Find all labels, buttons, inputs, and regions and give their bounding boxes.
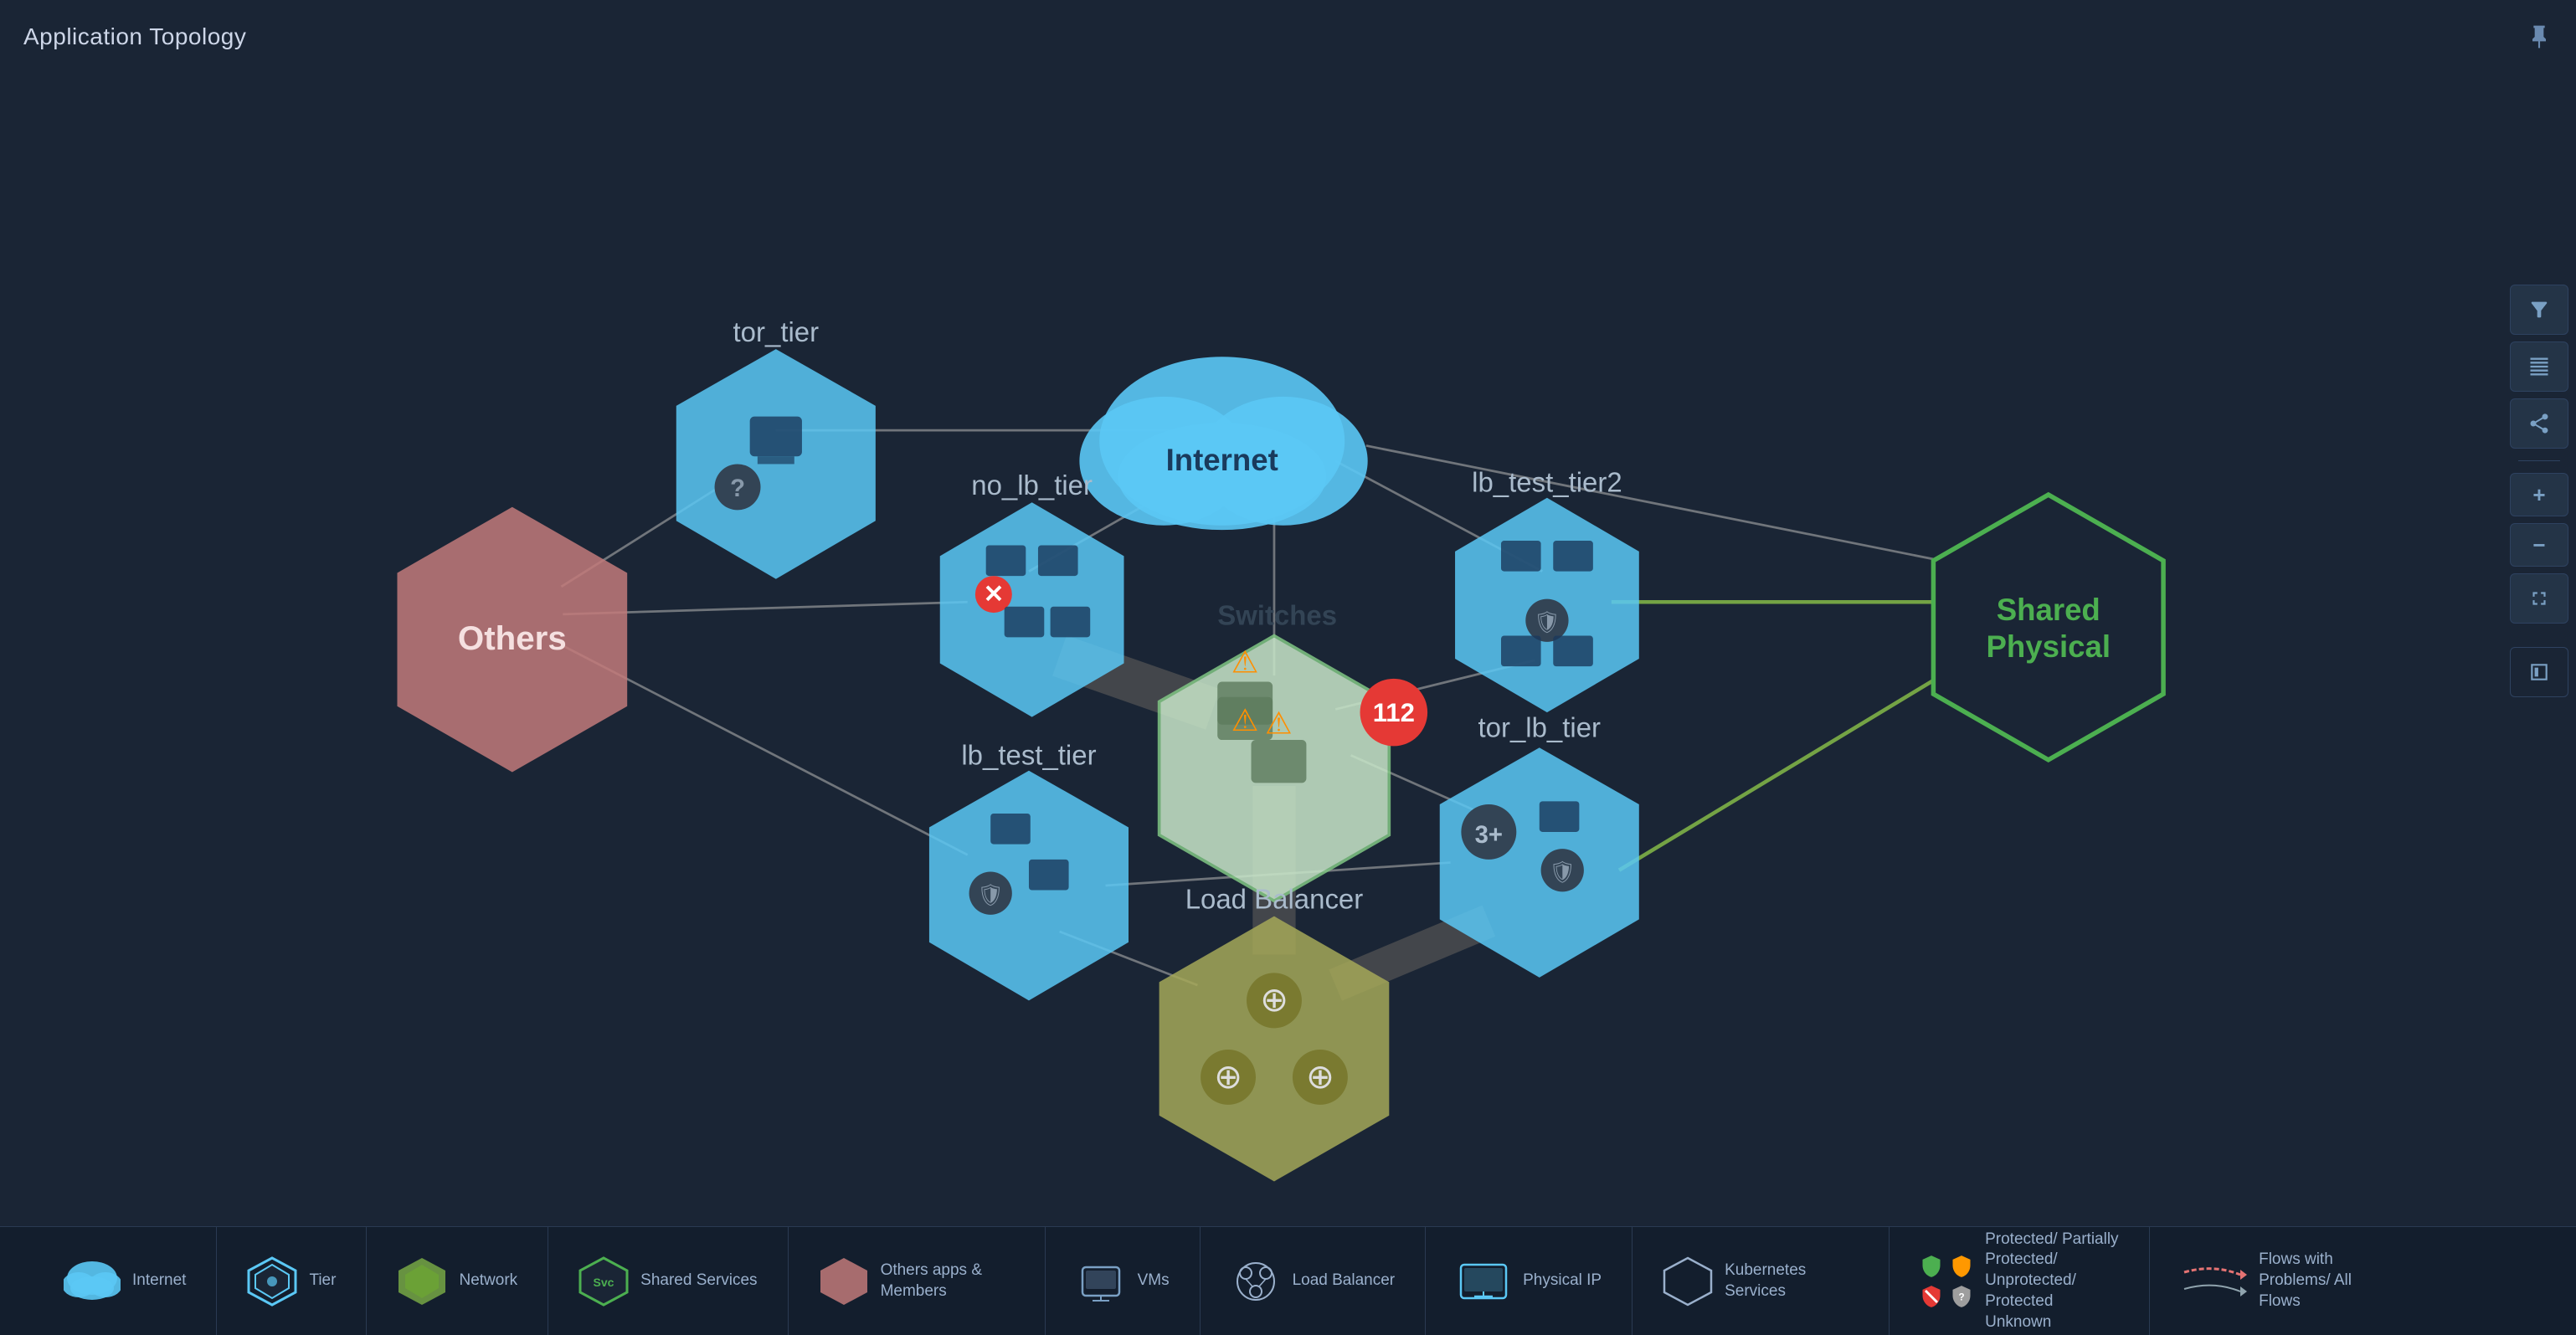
zoom-out-button[interactable]: − xyxy=(2510,523,2568,567)
vms-legend-icon xyxy=(1076,1261,1126,1302)
svg-text:Svc: Svc xyxy=(594,1276,614,1289)
legend-flows: Flows with Problems/ All Flows xyxy=(2150,1227,2423,1335)
legend-internet: Internet xyxy=(33,1227,217,1335)
physical-ip-legend-icon xyxy=(1456,1260,1511,1303)
svg-text:?: ? xyxy=(1959,1291,1965,1302)
pin-icon[interactable] xyxy=(2526,23,2553,56)
shared-services-legend-icon: Svc xyxy=(578,1256,629,1307)
layout-button[interactable] xyxy=(2510,341,2568,392)
svg-text:⊕: ⊕ xyxy=(1260,981,1288,1019)
lb-test-tier2-label: lb_test_tier2 xyxy=(1472,466,1622,497)
legend-internet-label: Internet xyxy=(132,1271,186,1291)
others-node[interactable]: Others xyxy=(397,507,627,773)
flows-legend-icon xyxy=(2180,1260,2247,1303)
kubernetes-legend-icon xyxy=(1663,1256,1713,1307)
legend-shared-services: Svc Shared Services xyxy=(548,1227,788,1335)
others-apps-legend-icon xyxy=(819,1256,869,1307)
tor-lb-tier-label: tor_lb_tier xyxy=(1478,711,1602,742)
legend-tier: Tier xyxy=(217,1227,367,1335)
legend-vms-label: VMs xyxy=(1138,1271,1170,1291)
badge-112: 112 xyxy=(1373,698,1415,727)
svg-text:Physical: Physical xyxy=(1986,629,2111,664)
legend-load-balancer: Load Balancer xyxy=(1201,1227,1427,1335)
legend-vms: VMs xyxy=(1046,1227,1201,1335)
legend-bar: Internet Tier Network Svc Shared Service… xyxy=(0,1226,2576,1335)
legend-flows-label: Flows with Problems/ All Flows xyxy=(2259,1250,2393,1312)
svg-text:⊕: ⊕ xyxy=(1214,1058,1242,1096)
load-balancer-label: Load Balancer xyxy=(1185,884,1364,915)
legend-protected: ? Protected/ Partially Protected/ Unprot… xyxy=(1890,1227,2150,1335)
svg-text:Others: Others xyxy=(458,619,567,657)
right-toolbar: + − xyxy=(2502,285,2576,697)
switches-label: Switches xyxy=(1217,600,1337,631)
legend-physical-ip-label: Physical IP xyxy=(1523,1271,1602,1291)
tor-tier-node[interactable]: ? xyxy=(676,349,876,579)
tier-legend-icon xyxy=(247,1256,297,1307)
legend-lb-label: Load Balancer xyxy=(1293,1271,1396,1291)
partially-protected-icon xyxy=(1950,1254,1973,1279)
network-legend-icon xyxy=(397,1256,447,1307)
legend-physical-ip: Physical IP xyxy=(1426,1227,1632,1335)
lb-test-tier2-node[interactable]: 🛡 xyxy=(1455,498,1639,712)
svg-text:🛡: 🛡 xyxy=(977,884,1005,907)
panel-toggle-button[interactable] xyxy=(2510,647,2568,697)
svg-text:⊕: ⊕ xyxy=(1306,1058,1334,1096)
legend-kubernetes-label: Kubernetes Services xyxy=(1725,1261,1859,1302)
legend-network: Network xyxy=(367,1227,548,1335)
legend-others-apps-label: Others apps & Members xyxy=(881,1261,1015,1302)
internet-legend-icon xyxy=(64,1260,121,1303)
topology-canvas[interactable]: Internet ? tor_tier ✕ no_lb_tier 🛡 lb_te… xyxy=(0,50,2502,1276)
svg-text:✕: ✕ xyxy=(984,580,1005,608)
internet-node[interactable]: Internet xyxy=(1079,357,1367,530)
svg-text:🛡: 🛡 xyxy=(1549,861,1576,885)
fit-button[interactable] xyxy=(2510,573,2568,624)
lb-test-tier-node[interactable]: 🛡 xyxy=(929,771,1129,1001)
shared-physical-node[interactable]: Shared Physical xyxy=(1933,495,2163,760)
switches-node[interactable]: ⚠ ⚠ ⚠ xyxy=(1159,636,1390,901)
svg-text:⚠: ⚠ xyxy=(1265,706,1293,741)
svg-text:?: ? xyxy=(730,475,745,502)
svg-text:3+: 3+ xyxy=(1475,821,1503,849)
page-title: Application Topology xyxy=(23,23,246,50)
zoom-in-button[interactable]: + xyxy=(2510,473,2568,516)
legend-protected-label: Protected/ Partially Protected/ Unprotec… xyxy=(1985,1230,2119,1332)
legend-shared-services-label: Shared Services xyxy=(640,1271,757,1291)
legend-others-apps: Others apps & Members xyxy=(789,1227,1046,1335)
filter-button[interactable] xyxy=(2510,285,2568,335)
legend-kubernetes: Kubernetes Services xyxy=(1632,1227,1890,1335)
legend-network-label: Network xyxy=(459,1271,517,1291)
lb-legend-icon xyxy=(1231,1256,1281,1307)
load-balancer-node[interactable]: ⊕ ⊕ ⊕ xyxy=(1159,917,1390,1182)
unprotected-icon xyxy=(1920,1284,1943,1309)
svg-text:⚠: ⚠ xyxy=(1231,703,1259,737)
svg-text:🛡: 🛡 xyxy=(1534,611,1561,634)
svg-text:Shared: Shared xyxy=(1997,593,2100,627)
svg-text:⚠: ⚠ xyxy=(1231,644,1259,679)
tor-tier-label: tor_tier xyxy=(733,316,820,347)
protected-unknown-icon: ? xyxy=(1950,1284,1973,1309)
lb-test-tier-label: lb_test_tier xyxy=(961,739,1096,770)
legend-tier-label: Tier xyxy=(309,1271,336,1291)
protected-icon xyxy=(1920,1254,1943,1279)
svg-text:Internet: Internet xyxy=(1166,443,1278,477)
share-button[interactable] xyxy=(2510,398,2568,449)
no-lb-tier-label: no_lb_tier xyxy=(971,470,1093,501)
